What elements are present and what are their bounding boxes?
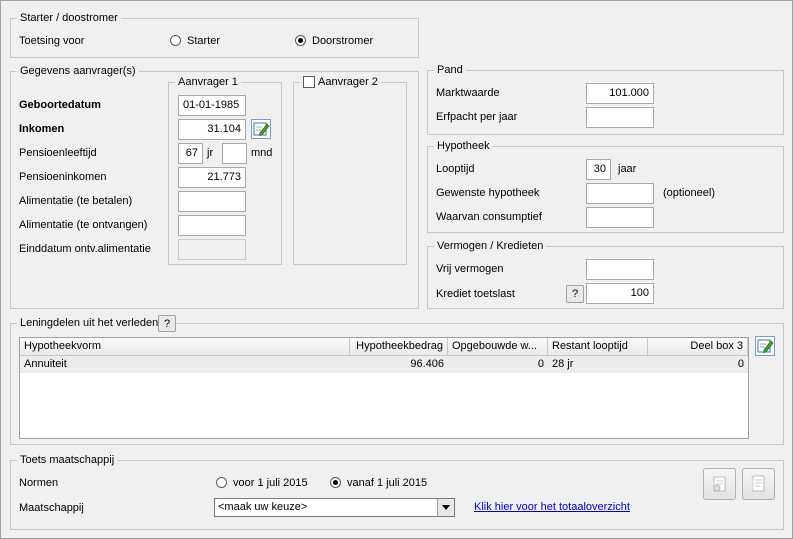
krediet-help-button[interactable]: ? — [566, 285, 584, 303]
vrij-vermogen-input[interactable] — [586, 259, 654, 280]
einddatum-input — [178, 239, 246, 260]
krediet-toetslast-input[interactable]: 100 — [586, 283, 654, 304]
erfpacht-input[interactable] — [586, 107, 654, 128]
pensioeninkomen-label: Pensioeninkomen — [19, 171, 107, 183]
maatschappij-value: <maak uw keuze> — [218, 501, 308, 513]
hypotheek-legend: Hypotheek — [434, 140, 493, 153]
normen-label: Normen — [19, 477, 59, 489]
leningdelen-title: Leningdelen uit het verleden — [20, 317, 159, 329]
voor-2015-radio[interactable] — [216, 477, 227, 488]
inkomen-label: Inkomen — [19, 123, 65, 135]
totaaloverzicht-link[interactable]: Klik hier voor het totaaloverzicht — [474, 501, 630, 513]
consumptief-label: Waarvan consumptief — [436, 211, 542, 223]
marktwaarde-label: Marktwaarde — [436, 87, 500, 99]
pensioeninkomen-input[interactable]: 21.773 — [178, 167, 246, 188]
geboortedatum-label: Geboortedatum — [19, 99, 101, 111]
leningdelen-legend: Leningdelen uit het verleden — [17, 317, 162, 330]
vermogen-legend: Vermogen / Kredieten — [434, 240, 547, 253]
toetsing-voor-label: Toetsing voor — [19, 35, 85, 47]
aanvrager2-checkbox[interactable] — [303, 76, 315, 88]
maatschappij-action-button-1[interactable] — [703, 468, 736, 500]
vanaf-2015-radio[interactable] — [330, 477, 341, 488]
col-opgebouwde-waarde[interactable]: Opgebouwde w... — [448, 338, 548, 356]
erfpacht-label: Erfpacht per jaar — [436, 111, 518, 123]
einddatum-label: Einddatum ontv.alimentatie — [19, 243, 151, 255]
col-hypotheekvorm[interactable]: Hypotheekvorm — [20, 338, 350, 356]
optioneel-note: (optioneel) — [663, 187, 715, 199]
inkomen-input[interactable]: 31.104 — [178, 119, 246, 140]
edit-icon — [253, 122, 270, 136]
looptijd-input[interactable]: 30 — [586, 159, 611, 180]
alimentatie-betalen-label: Alimentatie (te betalen) — [19, 195, 133, 207]
maatschappij-label: Maatschappij — [19, 502, 84, 514]
voor-2015-label[interactable]: voor 1 juli 2015 — [233, 476, 308, 490]
geboortedatum-input[interactable]: 01-01-1985 — [178, 95, 246, 116]
col-restant-looptijd[interactable]: Restant looptijd — [548, 338, 648, 356]
toets-group: Toets maatschappij — [10, 454, 784, 530]
pensioen-mnd-input[interactable] — [222, 143, 247, 164]
col-deel-box3[interactable]: Deel box 3 — [648, 338, 748, 356]
col-hypotheekbedrag[interactable]: Hypotheekbedrag — [350, 338, 448, 356]
aanvragers-legend: Gegevens aanvrager(s) — [17, 65, 139, 78]
doorstromer-radio-label[interactable]: Doorstromer — [312, 34, 373, 48]
consumptief-input[interactable] — [586, 207, 654, 228]
maatschappij-select[interactable]: <maak uw keuze> — [214, 498, 455, 517]
cell-opgebouwde-waarde: 0 — [537, 358, 544, 370]
vrij-vermogen-label: Vrij vermogen — [436, 263, 504, 275]
starter-radio[interactable] — [170, 35, 181, 46]
pand-legend: Pand — [434, 64, 466, 77]
aanvrager2-group: Aanvrager 2 — [293, 76, 407, 265]
window-frame: Starter / doostromer Toetsing voor Start… — [0, 0, 793, 539]
alimentatie-ontvangen-input[interactable] — [178, 215, 246, 236]
looptijd-unit: jaar — [618, 163, 637, 175]
alimentatie-ontvangen-label: Alimentatie (te ontvangen) — [19, 219, 148, 231]
cell-hypotheekvorm: Annuiteit — [24, 358, 67, 370]
doorstromer-radio[interactable] — [295, 35, 306, 46]
marktwaarde-input[interactable]: 101.000 — [586, 83, 654, 104]
pensioenleeftijd-label: Pensioenleeftijd — [19, 147, 97, 159]
starter-radio-label[interactable]: Starter — [187, 34, 220, 48]
gewenste-hypotheek-label: Gewenste hypotheek — [436, 187, 540, 199]
edit-inkomen-button[interactable] — [251, 119, 271, 139]
gewenste-hypotheek-input[interactable] — [586, 183, 654, 204]
toets-legend: Toets maatschappij — [17, 454, 118, 467]
report-icon — [751, 475, 765, 492]
document-icon — [713, 476, 726, 492]
starter-legend: Starter / doostromer — [17, 12, 121, 25]
leningdelen-table[interactable]: Hypotheekvorm Hypotheekbedrag Opgebouwde… — [19, 337, 749, 439]
leningdelen-help-button[interactable]: ? — [158, 315, 176, 332]
edit-leningdelen-button[interactable] — [755, 336, 775, 356]
krediet-toetslast-label: Krediet toetslast — [436, 288, 515, 300]
chevron-down-icon[interactable] — [437, 499, 454, 516]
jr-unit: jr — [207, 147, 214, 159]
alimentatie-betalen-input[interactable] — [178, 191, 246, 212]
edit-icon — [757, 339, 774, 353]
cell-deel-box3: 0 — [737, 358, 744, 370]
cell-hypotheekbedrag: 96.406 — [410, 358, 444, 370]
maatschappij-action-button-2[interactable] — [742, 468, 775, 500]
vanaf-2015-label[interactable]: vanaf 1 juli 2015 — [347, 476, 427, 490]
cell-restant-looptijd: 28 jr — [552, 358, 574, 370]
aanvrager2-label[interactable]: Aanvrager 2 — [318, 76, 378, 88]
mnd-unit: mnd — [251, 147, 273, 159]
pensioen-jr-input[interactable]: 67 — [178, 143, 203, 164]
looptijd-label: Looptijd — [436, 163, 475, 175]
aanvrager1-legend: Aanvrager 1 — [175, 76, 241, 89]
